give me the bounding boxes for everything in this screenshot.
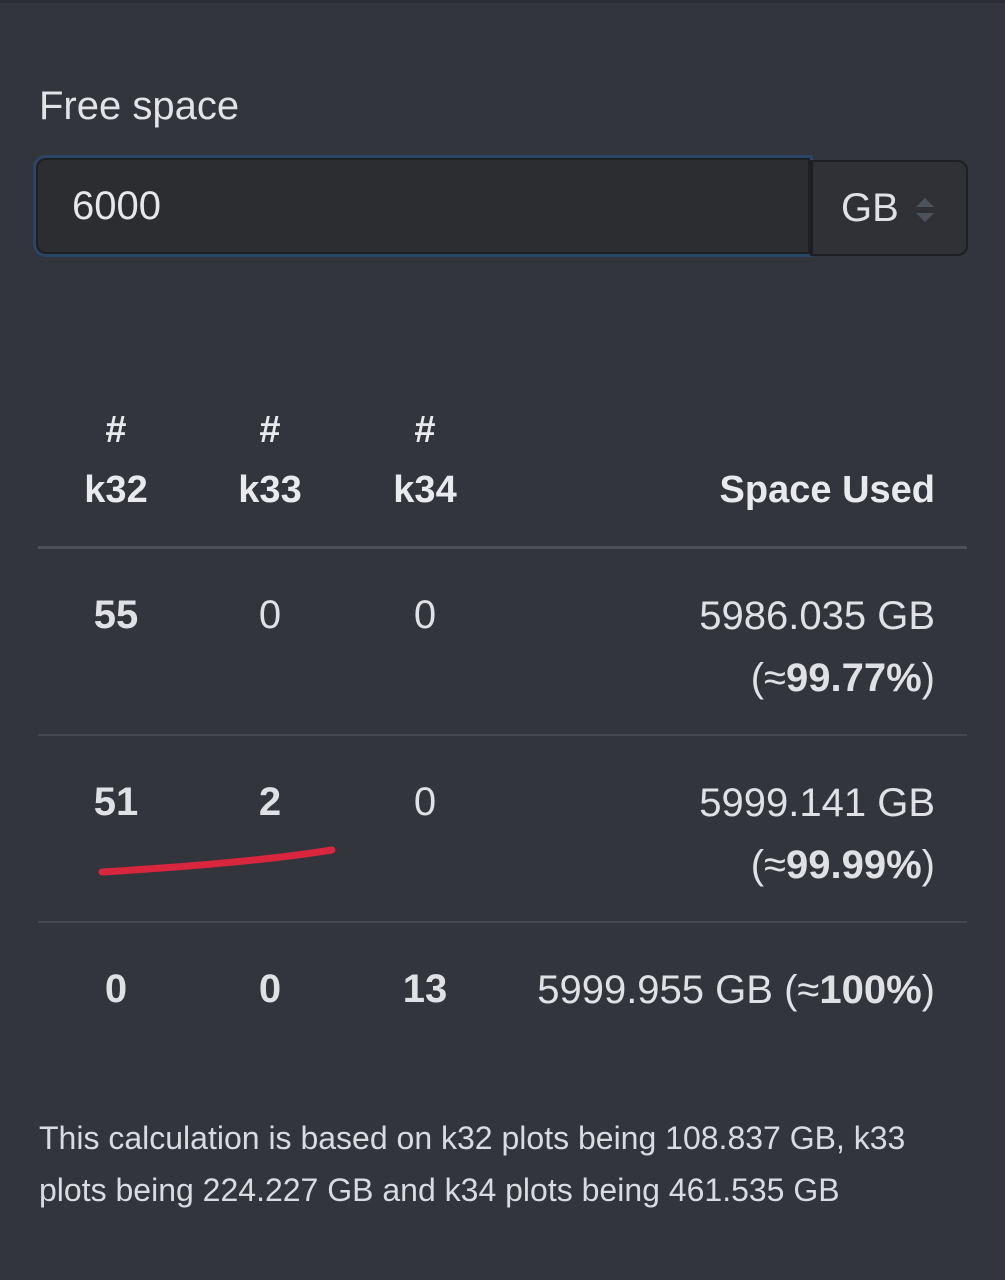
cell-k32: 0 bbox=[104, 967, 128, 1011]
red-underline-annotation bbox=[98, 846, 336, 876]
space-value: 5986.035 GB bbox=[699, 594, 935, 638]
header-k32: # k32 bbox=[36, 400, 196, 520]
results-table: # k32 # k33 # k34 Space Used 55 0 0 5986… bbox=[38, 380, 967, 1049]
cell-k34: 13 bbox=[402, 967, 448, 1011]
cell-k33: 2 bbox=[258, 780, 282, 824]
pct-value: 99.77% bbox=[786, 656, 922, 700]
pct-value: 99.99% bbox=[786, 843, 922, 887]
header-k34-label: k34 bbox=[393, 469, 457, 511]
table-row: 51 2 0 5999.141 GB (≈99.99%) bbox=[38, 736, 967, 923]
unit-select[interactable]: GB bbox=[810, 160, 968, 256]
table-header: # k32 # k33 # k34 Space Used bbox=[38, 380, 967, 549]
header-k33-hash: # bbox=[259, 409, 281, 451]
cell-k34: 0 bbox=[413, 593, 437, 637]
header-space-used: Space Used bbox=[719, 469, 935, 511]
header-k34-hash: # bbox=[414, 409, 436, 451]
header-k33: # k33 bbox=[190, 400, 350, 520]
space-value: 5999.141 GB bbox=[699, 781, 935, 825]
free-space-input[interactable]: 6000 bbox=[36, 158, 810, 254]
header-k32-label: k32 bbox=[84, 469, 148, 511]
pct-close: ) bbox=[921, 968, 935, 1012]
select-arrows-icon bbox=[916, 198, 934, 222]
pct-close: ) bbox=[921, 843, 935, 887]
space-value: 5999.955 GB bbox=[537, 968, 773, 1012]
header-k33-label: k33 bbox=[238, 469, 302, 511]
cell-space-used: 5999.141 GB (≈99.99%) bbox=[699, 772, 935, 896]
pct-open: (≈ bbox=[750, 656, 786, 700]
table-row: 0 0 13 5999.955 GB (≈100%) bbox=[38, 923, 967, 1049]
cell-k32: 55 bbox=[93, 593, 139, 637]
free-space-label: Free space bbox=[39, 84, 240, 128]
cell-space-used: 5999.955 GB (≈100%) bbox=[537, 959, 935, 1021]
cell-k34: 0 bbox=[413, 780, 437, 824]
pct-open: (≈ bbox=[784, 968, 820, 1012]
cell-k33: 0 bbox=[258, 593, 282, 637]
top-edge bbox=[0, 0, 1005, 3]
unit-select-value: GB bbox=[841, 186, 899, 230]
header-k34: # k34 bbox=[345, 400, 505, 520]
pct-open: (≈ bbox=[750, 843, 786, 887]
pct-value: 100% bbox=[819, 968, 922, 1012]
cell-k32: 51 bbox=[93, 780, 139, 824]
table-row: 55 0 0 5986.035 GB (≈99.77%) bbox=[38, 549, 967, 736]
header-k32-hash: # bbox=[105, 409, 127, 451]
cell-k33: 0 bbox=[258, 967, 282, 1011]
cell-space-used: 5986.035 GB (≈99.77%) bbox=[699, 585, 935, 709]
calculation-footnote: This calculation is based on k32 plots b… bbox=[39, 1120, 906, 1208]
free-space-input-group: 6000 GB bbox=[36, 158, 968, 258]
pct-close: ) bbox=[921, 656, 935, 700]
